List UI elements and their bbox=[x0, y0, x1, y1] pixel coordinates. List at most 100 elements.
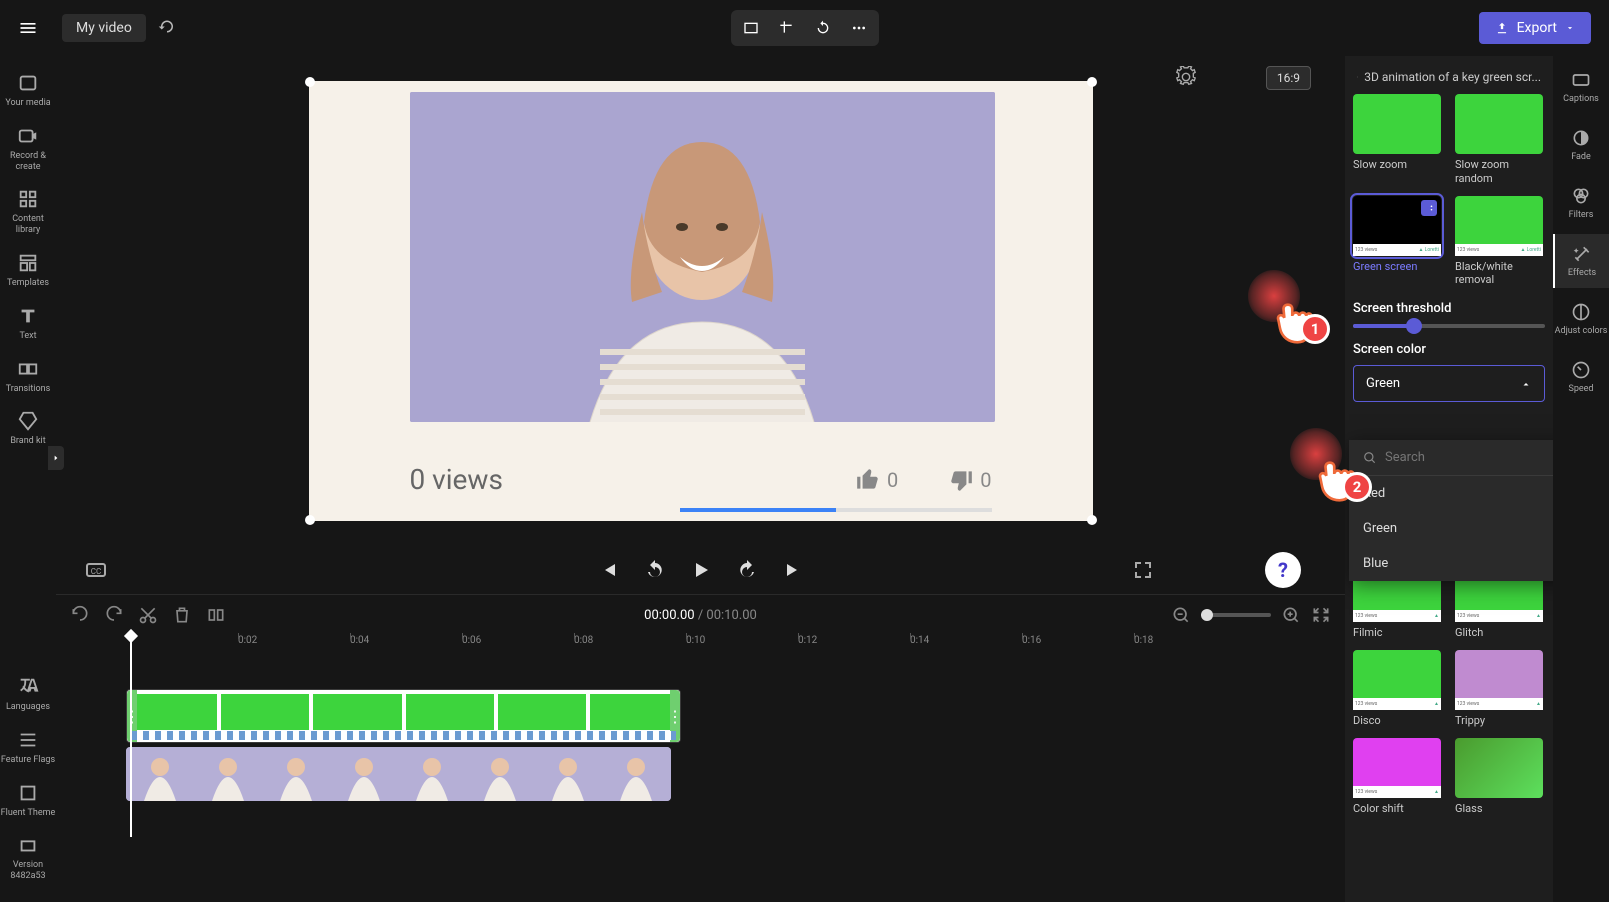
sidebar-label: Brand kit bbox=[10, 436, 45, 447]
sidebar-label: Transitions bbox=[6, 384, 51, 395]
threshold-slider[interactable] bbox=[1353, 324, 1545, 328]
cut-button[interactable] bbox=[138, 605, 158, 625]
help-button[interactable]: ? bbox=[1265, 552, 1301, 588]
skip-back-button[interactable] bbox=[597, 558, 621, 582]
effect-slow-zoom[interactable]: Slow zoom bbox=[1353, 94, 1443, 186]
resize-handle[interactable] bbox=[305, 515, 315, 525]
search-icon bbox=[1363, 451, 1377, 465]
menu-button[interactable] bbox=[12, 12, 44, 44]
panel-title: 3D animation of a key green scr... bbox=[1353, 64, 1545, 94]
rail-item-effects[interactable]: Effects bbox=[1553, 234, 1609, 288]
left-sidebar: Your media Record & create Content libra… bbox=[0, 56, 56, 902]
color-label: Screen color bbox=[1353, 342, 1545, 357]
video-canvas[interactable]: 0 views 0 0 bbox=[309, 81, 1093, 521]
rail-item-filters[interactable]: Filters bbox=[1553, 176, 1609, 230]
dislike-button: 0 bbox=[948, 467, 991, 493]
sidebar-item-version[interactable]: Version 8482a53 bbox=[0, 826, 56, 890]
sidebar-item-library[interactable]: Content library bbox=[0, 180, 56, 244]
delete-button[interactable] bbox=[172, 605, 192, 625]
ruler-tick: 0:12 bbox=[798, 635, 817, 646]
resize-handle[interactable] bbox=[1087, 77, 1097, 87]
captions-toggle[interactable]: CC bbox=[84, 558, 108, 582]
effect-slow-zoom-random[interactable]: Slow zoom random bbox=[1455, 94, 1545, 186]
canvas-toolbar bbox=[731, 10, 879, 46]
sidebar-item-templates[interactable]: Templates bbox=[0, 244, 56, 297]
chevron-down-icon bbox=[1565, 23, 1575, 33]
effect-color-shift[interactable]: 123 views▲ Color shift bbox=[1353, 738, 1443, 816]
effect-bw-removal[interactable]: 123 views▲ Loretti Black/white removal bbox=[1455, 196, 1545, 288]
effect-label: Slow zoom random bbox=[1455, 158, 1545, 186]
resize-handle[interactable] bbox=[1087, 515, 1097, 525]
fit-button[interactable] bbox=[735, 14, 767, 42]
rail-label: Fade bbox=[1571, 152, 1591, 162]
skip-forward-button[interactable] bbox=[781, 558, 805, 582]
rail-label: Captions bbox=[1563, 94, 1599, 104]
color-option-blue[interactable]: Blue bbox=[1349, 546, 1553, 581]
upload-icon bbox=[1495, 21, 1509, 35]
zoom-out-button[interactable] bbox=[1171, 605, 1191, 625]
screen-color-dropdown[interactable]: Green bbox=[1353, 365, 1545, 402]
rail-item-captions[interactable]: Captions bbox=[1553, 60, 1609, 114]
sidebar-item-media[interactable]: Your media bbox=[0, 64, 56, 117]
sidebar-label: Fluent Theme bbox=[1, 808, 56, 819]
rewind-button[interactable] bbox=[643, 558, 667, 582]
aspect-ratio-badge[interactable]: 16:9 bbox=[1266, 66, 1311, 90]
timeline-clip-overlay[interactable]: ⋮ ⋮ bbox=[126, 689, 681, 743]
project-title[interactable]: My video bbox=[62, 14, 146, 42]
sidebar-item-languages[interactable]: Languages bbox=[0, 668, 56, 721]
sidebar-item-record[interactable]: Record & create bbox=[0, 117, 56, 181]
rail-item-adjust[interactable]: Adjust colors bbox=[1553, 292, 1609, 346]
sidebar-item-theme[interactable]: Fluent Theme bbox=[0, 774, 56, 827]
effect-glass[interactable]: Glass bbox=[1455, 738, 1545, 816]
rail-label: Effects bbox=[1568, 268, 1596, 278]
more-button[interactable] bbox=[843, 14, 875, 42]
like-count: 0 bbox=[887, 468, 898, 492]
effect-trippy[interactable]: 123 views▲ Trippy bbox=[1455, 650, 1545, 728]
play-button[interactable] bbox=[689, 558, 713, 582]
settings-badge-icon bbox=[1421, 200, 1437, 216]
zoom-in-button[interactable] bbox=[1281, 605, 1301, 625]
color-option-red[interactable]: Red bbox=[1349, 476, 1553, 511]
canvas-settings-button[interactable] bbox=[1175, 66, 1197, 88]
crop-button[interactable] bbox=[771, 14, 803, 42]
redo-button[interactable] bbox=[104, 605, 124, 625]
dropdown-search-input[interactable] bbox=[1385, 450, 1553, 465]
effect-label: Color shift bbox=[1353, 802, 1443, 816]
rail-label: Adjust colors bbox=[1555, 326, 1608, 336]
effect-label: Glitch bbox=[1455, 626, 1545, 640]
split-button[interactable] bbox=[206, 605, 226, 625]
sidebar-item-flags[interactable]: Feature Flags bbox=[0, 721, 56, 774]
undo-button[interactable] bbox=[70, 605, 90, 625]
zoom-slider[interactable] bbox=[1201, 613, 1271, 617]
effect-label: Black/white removal bbox=[1455, 260, 1545, 288]
rotate-button[interactable] bbox=[807, 14, 839, 42]
timeline-clip-video[interactable] bbox=[126, 747, 671, 801]
forward-button[interactable] bbox=[735, 558, 759, 582]
clip-trim-left[interactable]: ⋮ bbox=[127, 690, 137, 742]
ruler-tick: 0:18 bbox=[1134, 635, 1153, 646]
effect-disco[interactable]: 123 views▲ Disco bbox=[1353, 650, 1443, 728]
rail-item-fade[interactable]: Fade bbox=[1553, 118, 1609, 172]
fit-timeline-button[interactable] bbox=[1311, 605, 1331, 625]
fullscreen-button[interactable] bbox=[1131, 558, 1155, 582]
effect-green-screen[interactable]: 123 views▲ Loretti Green screen bbox=[1353, 196, 1443, 288]
sidebar-item-transitions[interactable]: Transitions bbox=[0, 350, 56, 403]
sidebar-item-text[interactable]: Text bbox=[0, 297, 56, 350]
playhead-line bbox=[130, 637, 132, 837]
timeline-ruler[interactable]: 0:02 0:04 0:06 0:08 0:10 0:12 0:14 0:16 … bbox=[126, 635, 1345, 659]
resize-handle[interactable] bbox=[305, 77, 315, 87]
dropdown-search[interactable] bbox=[1349, 440, 1553, 476]
views-count: 0 views bbox=[410, 463, 503, 496]
playback-controls: CC ? bbox=[56, 546, 1345, 594]
ruler-tick: 0:10 bbox=[686, 635, 705, 646]
right-rail: Captions Fade Filters Effects Adjust col… bbox=[1553, 56, 1609, 902]
rail-item-speed[interactable]: Speed bbox=[1553, 350, 1609, 404]
sidebar-label: Content library bbox=[0, 214, 56, 236]
effect-label: Green screen bbox=[1353, 260, 1443, 274]
clip-trim-right[interactable]: ⋮ bbox=[670, 690, 680, 742]
export-button[interactable]: Export bbox=[1479, 12, 1591, 44]
sidebar-label: Version 8482a53 bbox=[0, 860, 56, 882]
color-option-green[interactable]: Green bbox=[1349, 511, 1553, 546]
ruler-tick: 0:08 bbox=[574, 635, 593, 646]
effect-label: Glass bbox=[1455, 802, 1545, 816]
